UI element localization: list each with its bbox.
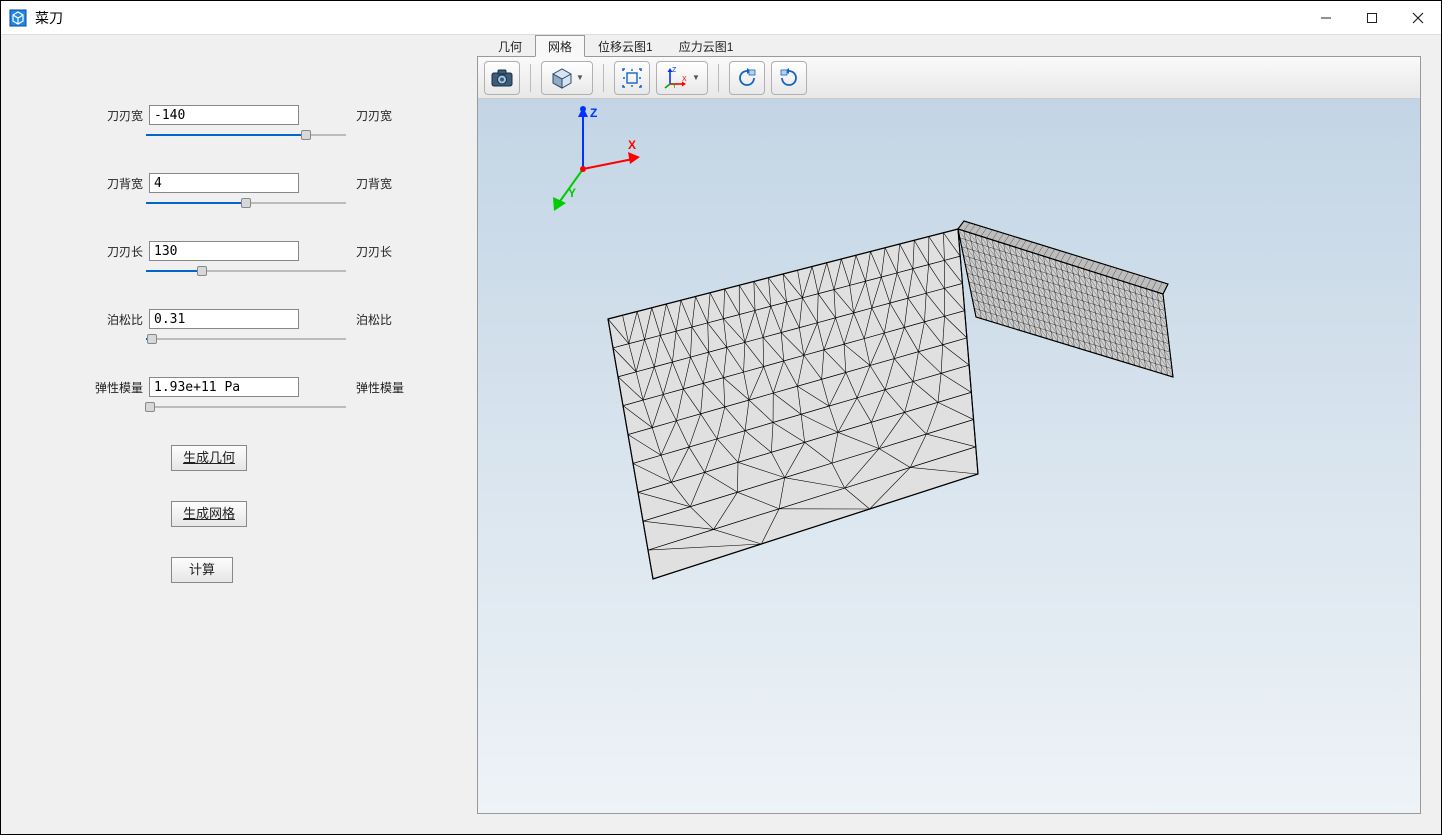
param-input-0[interactable] xyxy=(149,105,299,125)
content-area: 刀刃宽 刀刃宽刀背宽 刀背宽刀刃长 刀刃长泊松比 泊松比弹性模量 弹性模量 生成几何 生成… xyxy=(1,35,1441,834)
svg-text:X: X xyxy=(682,76,687,83)
screenshot-button[interactable] xyxy=(484,61,520,95)
param-row: 刀背宽 刀背宽 xyxy=(91,173,437,193)
axis-triad: Z X Y xyxy=(528,99,648,219)
titlebar: 菜刀 xyxy=(1,1,1441,35)
close-button[interactable] xyxy=(1395,1,1441,35)
param-row: 刀刃宽 刀刃宽 xyxy=(91,105,437,125)
param-input-4[interactable] xyxy=(149,377,299,397)
button-stack: 生成几何 生成网格 计算 xyxy=(171,445,437,583)
param-slider[interactable] xyxy=(146,333,346,347)
param-slider[interactable] xyxy=(146,401,346,415)
viewer-area: 几何网格位移云图1应力云图1 xyxy=(477,35,1441,834)
tab-1[interactable]: 网格 xyxy=(535,35,585,57)
viewer-toolbar: ▼ Z xyxy=(478,57,1420,99)
param-slider[interactable] xyxy=(146,197,346,211)
maximize-button[interactable] xyxy=(1349,1,1395,35)
viewer-frame: ▼ Z xyxy=(477,56,1421,814)
generate-mesh-button[interactable]: 生成网格 xyxy=(171,501,247,527)
toolbar-separator xyxy=(530,64,531,92)
param-label: 泊松比 xyxy=(91,311,143,328)
param-slider[interactable] xyxy=(146,265,346,279)
window-controls xyxy=(1303,1,1441,35)
tabs: 几何网格位移云图1应力云图1 xyxy=(485,35,1421,57)
tab-3[interactable]: 应力云图1 xyxy=(666,35,747,57)
param-label-right: 刀刃长 xyxy=(356,243,392,260)
param-row: 泊松比 泊松比 xyxy=(91,309,437,329)
param-label: 刀刃宽 xyxy=(91,107,143,124)
dropdown-arrow-icon: ▼ xyxy=(692,73,700,82)
rotate-cw-button[interactable] xyxy=(771,61,807,95)
svg-text:X: X xyxy=(628,138,636,152)
param-slider[interactable] xyxy=(146,129,346,143)
param-input-1[interactable] xyxy=(149,173,299,193)
toolbar-separator xyxy=(718,64,719,92)
toolbar-separator xyxy=(603,64,604,92)
svg-text:Y: Y xyxy=(568,186,576,200)
param-label-right: 刀刃宽 xyxy=(356,107,392,124)
sidebar: 刀刃宽 刀刃宽刀背宽 刀背宽刀刃长 刀刃长泊松比 泊松比弹性模量 弹性模量 生成几何 生成… xyxy=(1,35,477,834)
param-input-2[interactable] xyxy=(149,241,299,261)
tab-0[interactable]: 几何 xyxy=(485,35,535,57)
param-row: 刀刃长 刀刃长 xyxy=(91,241,437,261)
app-window: 菜刀 刀刃宽 刀刃宽刀背宽 刀背宽刀刃长 刀刃长泊松比 泊松比弹性模量 弹性模量 生成几何… xyxy=(0,0,1442,835)
svg-text:Y: Y xyxy=(672,83,677,90)
param-label-right: 刀背宽 xyxy=(356,175,392,192)
generate-geometry-button[interactable]: 生成几何 xyxy=(171,445,247,471)
param-label-right: 泊松比 xyxy=(356,311,392,328)
fit-view-button[interactable] xyxy=(614,61,650,95)
param-row: 弹性模量 弹性模量 xyxy=(91,377,437,397)
dropdown-arrow-icon: ▼ xyxy=(576,73,584,82)
param-label: 弹性模量 xyxy=(91,379,143,396)
rotate-ccw-button[interactable] xyxy=(729,61,765,95)
app-icon xyxy=(9,9,27,27)
svg-text:Z: Z xyxy=(590,106,597,120)
window-title: 菜刀 xyxy=(35,8,63,28)
minimize-button[interactable] xyxy=(1303,1,1349,35)
tab-2[interactable]: 位移云图1 xyxy=(585,35,666,57)
param-label: 刀刃长 xyxy=(91,243,143,260)
mesh-viewport[interactable]: Z X Y xyxy=(478,99,1420,813)
param-label-right: 弹性模量 xyxy=(356,379,404,396)
param-label: 刀背宽 xyxy=(91,175,143,192)
compute-button[interactable]: 计算 xyxy=(171,557,233,583)
param-input-3[interactable] xyxy=(149,309,299,329)
svg-text:Z: Z xyxy=(672,67,677,74)
axis-triad-button[interactable]: Z X Y ▼ xyxy=(656,61,708,95)
view-cube-button[interactable]: ▼ xyxy=(541,61,593,95)
